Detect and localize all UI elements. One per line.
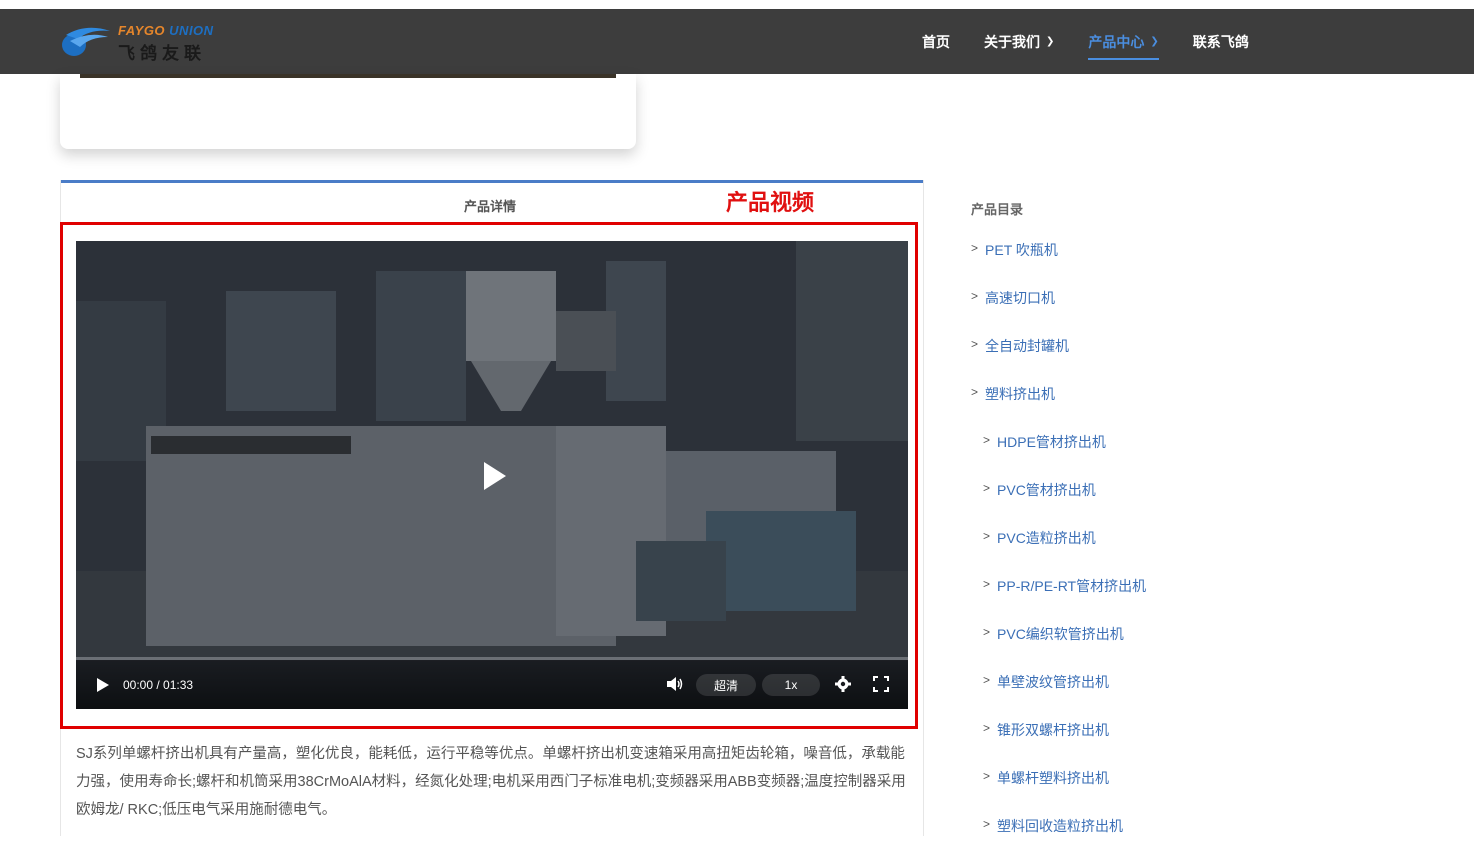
gear-icon[interactable]	[835, 676, 851, 692]
play-icon[interactable]	[478, 460, 510, 492]
chevron-right-icon: >	[983, 817, 991, 831]
chevron-right-icon: >	[971, 241, 979, 255]
quality-button[interactable]: 超清	[696, 674, 756, 696]
sidebar-subitem[interactable]: > PVC编织软管挤出机	[971, 624, 1146, 672]
volume-icon[interactable]	[666, 676, 684, 692]
chevron-right-icon: >	[983, 769, 991, 783]
sidebar-subitem[interactable]: > 单壁波纹管挤出机	[971, 672, 1146, 720]
main-nav: 首页 关于我们 ❯ 产品中心 ❯ 联系飞鸽	[922, 9, 1283, 74]
top-strip	[0, 0, 1474, 9]
chevron-right-icon: >	[983, 625, 991, 639]
sidebar-subitem[interactable]: > PVC造粒挤出机	[971, 528, 1146, 576]
play-icon[interactable]	[96, 677, 110, 693]
sidebar-item[interactable]: > PET 吹瓶机	[971, 240, 1146, 288]
product-image-card	[60, 74, 636, 149]
chevron-right-icon: >	[983, 529, 991, 543]
chevron-right-icon: >	[983, 433, 991, 447]
chevron-right-icon: >	[983, 577, 991, 591]
logo-text-en: FAYGO UNION	[118, 23, 214, 38]
chevron-down-icon: ❯	[1150, 36, 1159, 47]
chevron-right-icon: >	[971, 385, 979, 399]
nav-home[interactable]: 首页	[922, 9, 950, 74]
sidebar-subitem[interactable]: > PVC管材挤出机	[971, 480, 1146, 528]
chevron-down-icon: ❯	[1046, 36, 1055, 47]
tabs-bar	[61, 180, 923, 183]
video-time: 00:00 / 01:33	[123, 678, 194, 692]
product-image	[80, 74, 616, 78]
sidebar-subitem[interactable]: > 单螺杆塑料挤出机	[971, 768, 1146, 816]
product-description: SJ系列单螺杆挤出机具有产量高，塑化优良，能耗低，运行平稳等优点。单螺杆挤出机变…	[76, 746, 906, 818]
chevron-right-icon: >	[983, 721, 991, 735]
video-player[interactable]: 00:00 / 01:33 超清 1x	[76, 241, 908, 709]
tab-product-video[interactable]: 产品视频	[726, 185, 814, 217]
chevron-right-icon: >	[971, 289, 979, 303]
sidebar-subitem[interactable]: > HDPE管材挤出机	[971, 432, 1146, 480]
fullscreen-icon[interactable]	[873, 676, 889, 692]
sidebar-item[interactable]: > 高速切口机	[971, 288, 1146, 336]
logo-text-cn: 飞鸽友联	[118, 44, 206, 63]
tab-product-detail[interactable]: 产品详情	[464, 196, 516, 215]
sidebar-subitem[interactable]: > 塑料回收造粒挤出机	[971, 816, 1146, 864]
video-controls: 00:00 / 01:33 超清 1x	[76, 660, 908, 709]
sidebar-item[interactable]: > 塑料挤出机	[971, 384, 1146, 432]
sidebar-subitem[interactable]: > PP-R/PE-RT管材挤出机	[971, 576, 1146, 624]
nav-products[interactable]: 产品中心 ❯	[1088, 9, 1160, 74]
sidebar-subitem[interactable]: > 锥形双螺杆挤出机	[971, 720, 1146, 768]
logo-mark-icon	[62, 27, 110, 56]
sidebar-item[interactable]: > 全自动封罐机	[971, 336, 1146, 384]
chevron-right-icon: >	[971, 337, 979, 351]
sidebar-title: 产品目录	[971, 202, 1024, 217]
nav-about[interactable]: 关于我们 ❯	[984, 9, 1054, 74]
logo[interactable]: FAYGO UNION 飞鸽友联	[60, 21, 240, 63]
product-category-list: > PET 吹瓶机 > 高速切口机 > 全自动封罐机 > 塑料挤出机 > HDPE管材挤出…	[971, 240, 1146, 864]
speed-button[interactable]: 1x	[762, 674, 820, 696]
nav-contact[interactable]: 联系飞鸽	[1193, 9, 1249, 74]
chevron-right-icon: >	[983, 673, 991, 687]
chevron-right-icon: >	[983, 481, 991, 495]
site-header: FAYGO UNION 飞鸽友联 首页 关于我们 ❯ 产品中心 ❯ 联系飞鸽	[0, 9, 1474, 74]
